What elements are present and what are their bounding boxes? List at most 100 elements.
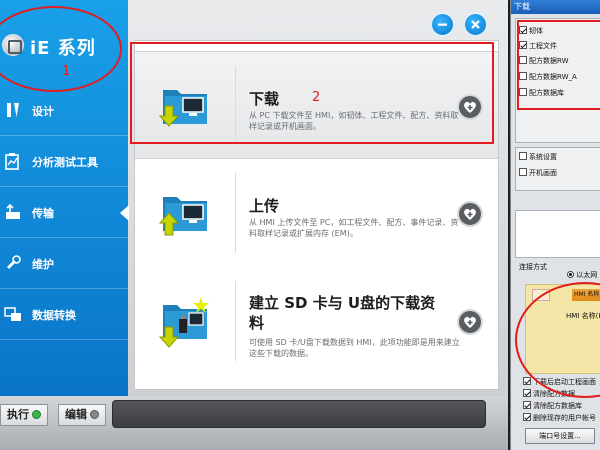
status-track bbox=[112, 400, 486, 428]
checkbox-label: 工程文件 bbox=[529, 42, 557, 50]
info-textarea[interactable] bbox=[515, 210, 600, 258]
checkbox-startup-screen[interactable]: 开机画面 bbox=[519, 168, 557, 180]
checkbox-icon bbox=[523, 389, 531, 397]
connection-ethernet-radio[interactable]: 以太网 bbox=[567, 270, 597, 280]
hmi-name-label: HMI 名称(H): bbox=[566, 312, 600, 320]
open-sd-usb-button[interactable] bbox=[457, 309, 483, 335]
radio-icon bbox=[567, 271, 574, 278]
sidebar-item-label: 设计 bbox=[32, 105, 54, 118]
checkbox-label: 韧体 bbox=[529, 27, 543, 35]
hmi-tab-name[interactable]: HMI 名称 bbox=[572, 289, 600, 301]
sidebar-item-maintenance[interactable]: 维护 bbox=[0, 239, 128, 289]
checkbox-label: 配方数据RW bbox=[529, 57, 569, 65]
folder-download-icon bbox=[158, 90, 207, 127]
heart-plus-icon bbox=[464, 101, 476, 113]
checkbox-firmware[interactable]: 韧体 bbox=[519, 26, 543, 38]
clipboard-chart-icon bbox=[5, 153, 19, 170]
checkbox-project-file[interactable]: 工程文件 bbox=[519, 41, 557, 53]
sidebar-item-label: 分析测试工具 bbox=[32, 156, 98, 169]
card-divider bbox=[235, 173, 236, 253]
wrench-icon bbox=[6, 255, 21, 270]
checkbox-recipe-db[interactable]: 配方数据库 bbox=[519, 88, 564, 100]
checkbox-system-settings[interactable]: 系统设置 bbox=[519, 152, 557, 164]
download-card[interactable]: 下载 从 PC 下载文件至 HMI，如韧体、工程文件、配方、资料取样记录或开机画… bbox=[135, 51, 498, 159]
checkbox-label: 删除现存的用户帐号 bbox=[533, 414, 596, 422]
card-description: 从 HMI 上传文件至 PC，如工程文件、配方、事件记录、资料取样记录或扩展内存… bbox=[249, 218, 459, 238]
checkbox-icon bbox=[519, 56, 527, 64]
open-download-button[interactable] bbox=[457, 94, 483, 120]
execute-tab-label: 执行 bbox=[7, 408, 29, 421]
upload-card[interactable]: 上传 从 HMI 上传文件至 PC，如工程文件、配方、事件记录、资料取样记录或扩… bbox=[135, 159, 498, 267]
checkbox-label: 开机画面 bbox=[529, 169, 557, 177]
status-dot-icon bbox=[32, 410, 41, 419]
open-upload-button[interactable] bbox=[457, 201, 483, 227]
sidebar-item-label: 维护 bbox=[32, 258, 54, 271]
sidebar-item-analysis[interactable]: 分析测试工具 bbox=[0, 137, 128, 187]
dialog-title: 下载 bbox=[511, 0, 600, 14]
close-icon bbox=[471, 20, 480, 29]
edit-tab-label: 编辑 bbox=[65, 408, 87, 421]
checkbox-delete-accounts[interactable]: 删除现存的用户帐号 bbox=[523, 413, 596, 425]
card-description: 可使用 SD 卡/U盘下载数据到 HMI，此项功能即是用来建立这些下载的数据。 bbox=[249, 338, 460, 358]
sd-usb-card[interactable]: 建立 SD 卡与 U盘的下载资料 可使用 SD 卡/U盘下载数据到 HMI，此项… bbox=[135, 267, 498, 385]
sidebar-item-label: 数据转换 bbox=[32, 309, 76, 322]
connection-label: 连接方式 bbox=[519, 263, 547, 271]
checkbox-recipe-rw-a[interactable]: 配方数据RW_A bbox=[519, 72, 577, 84]
minus-icon bbox=[438, 23, 447, 26]
execute-tab[interactable]: 执行 bbox=[0, 404, 48, 426]
app-logo-icon bbox=[2, 34, 24, 56]
checkbox-icon bbox=[523, 401, 531, 409]
checkbox-clear-recipe[interactable]: 清除配方数据 bbox=[523, 389, 575, 401]
sidebar: iE 系列 设计 分析测试工具 传输 维护 数据转换 bbox=[0, 0, 129, 396]
checkbox-icon bbox=[519, 168, 527, 176]
minimize-button[interactable] bbox=[430, 12, 455, 37]
heart-plus-icon bbox=[464, 316, 476, 328]
card-divider bbox=[235, 66, 236, 146]
checkbox-label: 清除配方数据 bbox=[533, 390, 575, 398]
brand-title: iE 系列 bbox=[30, 38, 96, 59]
annotation-number-1: 1 bbox=[62, 64, 71, 79]
hmi-panel: HMI 名称 HMI 名称(H): bbox=[525, 284, 600, 374]
checkbox-icon bbox=[519, 41, 527, 49]
checkbox-icon bbox=[519, 72, 527, 80]
port-settings-button[interactable]: 端口号设置... bbox=[525, 428, 595, 444]
download-dialog: 下载 韧体 工程文件 配方数据RW 配方数据RW_A 配方数据库 系统设置 开机… bbox=[510, 0, 600, 450]
sidebar-item-transfer[interactable]: 传输 bbox=[0, 188, 129, 238]
folder-usb-icon bbox=[158, 297, 209, 348]
sidebar-item-label: 传输 bbox=[32, 207, 54, 220]
card-divider bbox=[235, 281, 236, 361]
folder-upload-icon bbox=[158, 197, 207, 236]
card-title: 下载 bbox=[249, 90, 280, 108]
checkbox-icon bbox=[519, 26, 527, 34]
checkbox-icon bbox=[519, 88, 527, 96]
checkbox-icon bbox=[523, 377, 531, 385]
radio-label: 以太网 bbox=[576, 271, 598, 279]
checkbox-recipe-rw[interactable]: 配方数据RW bbox=[519, 56, 569, 68]
checkbox-label: 下载后启动工程画面 bbox=[533, 378, 596, 386]
brand: iE 系列 bbox=[0, 12, 120, 76]
minus-dot-icon bbox=[90, 410, 99, 419]
card-title: 建立 SD 卡与 U盘的下载资料 bbox=[249, 294, 436, 332]
checkbox-icon bbox=[523, 413, 531, 421]
checkbox-label: 系统设置 bbox=[529, 153, 557, 161]
checkbox-icon bbox=[519, 152, 527, 160]
close-button[interactable] bbox=[463, 12, 488, 37]
checkbox-label: 配方数据RW_A bbox=[529, 73, 577, 81]
main-window: iE 系列 设计 分析测试工具 传输 维护 数据转换 下载 从 PC 下载文件至… bbox=[0, 0, 508, 450]
edit-tab[interactable]: 编辑 bbox=[58, 404, 106, 426]
sidebar-item-design[interactable]: 设计 bbox=[0, 86, 128, 136]
card-description: 从 PC 下载文件至 HMI，如韧体、工程文件、配方、资料取样记录或开机画面。 bbox=[249, 111, 459, 131]
annotation-number-2: 2 bbox=[312, 90, 321, 105]
heart-plus-icon bbox=[464, 208, 476, 220]
hmi-tab-a[interactable] bbox=[532, 289, 550, 301]
data-convert-icon bbox=[4, 307, 21, 321]
checkbox-label: 清除配方数据库 bbox=[533, 402, 582, 410]
checkbox-label: 配方数据库 bbox=[529, 89, 564, 97]
checkbox-run-after-download[interactable]: 下载后启动工程画面 bbox=[523, 377, 596, 389]
sidebar-item-data-convert[interactable]: 数据转换 bbox=[0, 290, 128, 340]
transfer-icon bbox=[6, 203, 20, 219]
mode-bar: 执行 编辑 bbox=[0, 396, 508, 450]
card-title: 上传 bbox=[249, 197, 280, 215]
design-tools-icon bbox=[7, 103, 19, 117]
checkbox-clear-recipe-db[interactable]: 清除配方数据库 bbox=[523, 401, 582, 413]
